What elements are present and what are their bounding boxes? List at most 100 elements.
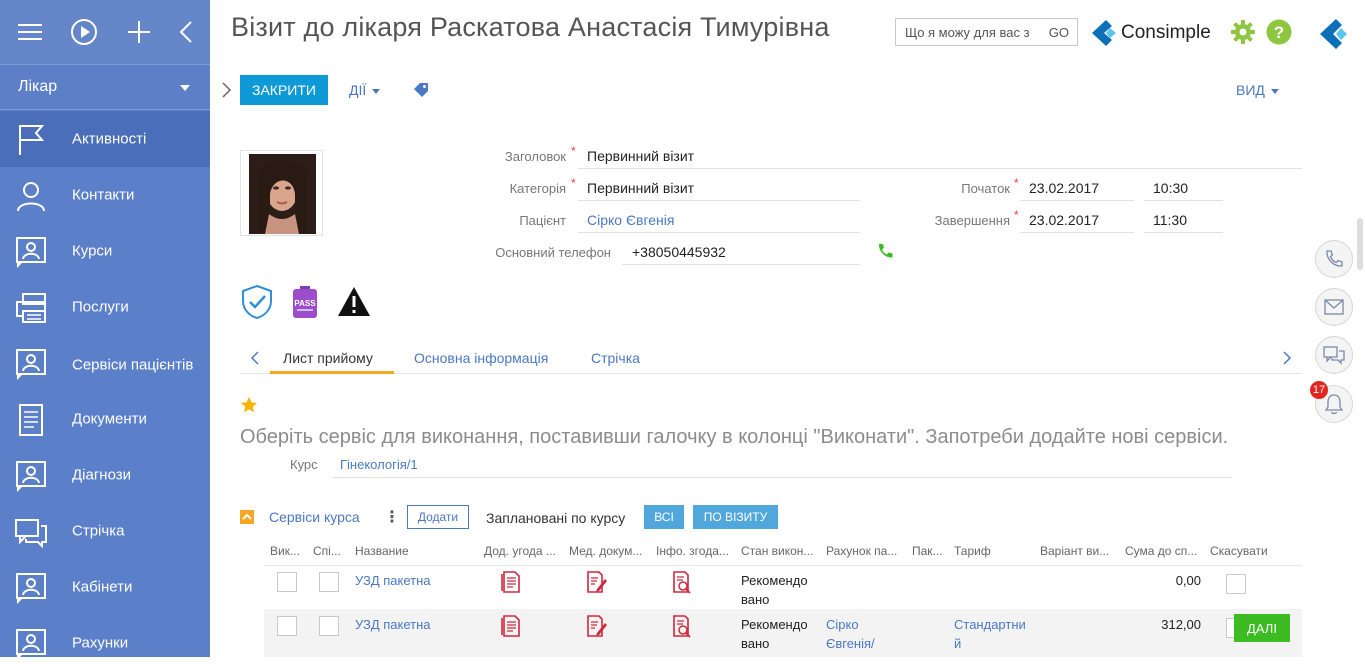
column-header[interactable]: Сума до сп...: [1125, 544, 1205, 558]
consent-document-icon[interactable]: [671, 570, 693, 594]
actions-menu[interactable]: ДІЇ: [349, 82, 381, 98]
collapse-section-icon[interactable]: [240, 510, 254, 524]
tariff-link-line-2[interactable]: й: [954, 634, 961, 653]
course-field[interactable]: Гінекологія/1: [332, 453, 1232, 478]
consimple-logo-icon: [1092, 20, 1116, 46]
column-header[interactable]: Вик...: [270, 544, 306, 558]
contact-card-icon: [16, 237, 46, 268]
cooperation-checkbox[interactable]: [319, 572, 339, 592]
gear-icon[interactable]: [1230, 19, 1256, 45]
collapse-left-icon[interactable]: [170, 16, 202, 48]
hint-text: Оберіть сервіс для виконання, поставивши…: [240, 426, 1229, 448]
column-header[interactable]: Стан викон...: [741, 544, 821, 558]
scrollbar-thumb[interactable]: [1357, 218, 1363, 270]
email-panel-button[interactable]: [1315, 288, 1353, 326]
sidebar-item-contacts[interactable]: Контакти: [0, 167, 210, 223]
svg-text:?: ?: [1274, 23, 1284, 42]
pass-badge-text: PASS: [294, 299, 316, 308]
filter-all-button[interactable]: ВСІ: [644, 505, 684, 529]
patient-field[interactable]: Сірко Євгенія: [578, 209, 860, 233]
filter-by-visit-button[interactable]: ПО ВІЗИТУ: [693, 505, 778, 529]
play-process-icon[interactable]: [68, 16, 100, 48]
chevron-right-icon[interactable]: [218, 80, 234, 100]
search-input[interactable]: [905, 23, 1045, 42]
sidebar-item-cabinets[interactable]: Кабінети: [0, 559, 210, 615]
sidebar-item-feed[interactable]: Стрічка: [0, 503, 210, 559]
document-icon: [19, 404, 43, 436]
chat-panel-button[interactable]: [1315, 336, 1353, 374]
insurance-shield-icon[interactable]: [240, 284, 274, 320]
start-time-field[interactable]: 10:30: [1144, 177, 1223, 201]
notifications-count-badge: 17: [1310, 381, 1328, 399]
tab-reception-sheet[interactable]: Лист прийому: [283, 350, 373, 366]
start-date-field[interactable]: 23.02.2017: [1020, 177, 1134, 201]
category-field[interactable]: Первинний візит: [578, 177, 860, 201]
column-header[interactable]: Мед. докум...: [569, 544, 653, 558]
add-icon[interactable]: [123, 16, 155, 48]
add-service-button[interactable]: Додати: [407, 505, 469, 529]
phone-icon: [1326, 250, 1343, 267]
tab-feed[interactable]: Стрічка: [591, 350, 640, 366]
column-header[interactable]: Спі...: [313, 544, 345, 558]
command-search[interactable]: GO: [895, 18, 1078, 46]
help-icon[interactable]: ?: [1266, 19, 1292, 45]
column-header[interactable]: Дод. угода ...: [484, 544, 564, 558]
brand-logo-icon: [1320, 19, 1347, 49]
hamburger-menu-icon[interactable]: [14, 16, 46, 48]
next-button[interactable]: ДАЛІ: [1234, 614, 1290, 642]
column-header[interactable]: Варіант ви...: [1040, 544, 1120, 558]
cooperation-checkbox[interactable]: [319, 616, 339, 636]
phone-call-icon[interactable]: [876, 242, 894, 260]
column-header[interactable]: Інфо. згода...: [656, 544, 736, 558]
invoice-link-line-2[interactable]: Євгенія/: [826, 634, 875, 653]
execute-checkbox[interactable]: [277, 572, 297, 592]
tab-main-info[interactable]: Основна інформація: [414, 350, 548, 366]
service-name-link[interactable]: УЗД пакетна: [355, 571, 431, 590]
sidebar: Лікар Активності Контакти Курси Послуги …: [0, 0, 210, 660]
medical-document-icon[interactable]: [585, 614, 607, 638]
invoice-link-line-1[interactable]: Сірко: [826, 615, 859, 634]
required-asterisk: *: [571, 176, 576, 190]
view-menu[interactable]: ВИД: [1236, 82, 1279, 98]
end-date-field[interactable]: 23.02.2017: [1020, 209, 1134, 233]
tag-icon[interactable]: [413, 82, 429, 98]
title-field[interactable]: Первинний візит: [578, 145, 1302, 169]
sidebar-item-diagnoses[interactable]: Діагнози: [0, 447, 210, 503]
search-go-button[interactable]: GO: [1049, 25, 1069, 40]
agreement-document-icon[interactable]: [500, 614, 522, 638]
cancel-checkbox[interactable]: [1226, 574, 1246, 594]
end-time-field[interactable]: 11:30: [1144, 209, 1223, 233]
column-header[interactable]: Пак...: [912, 544, 948, 558]
execute-checkbox[interactable]: [277, 616, 297, 636]
chevron-right-icon[interactable]: [1281, 350, 1293, 366]
star-icon[interactable]: [240, 396, 258, 414]
sidebar-item-services[interactable]: Послуги: [0, 279, 210, 335]
column-header[interactable]: Скасувати: [1210, 544, 1290, 558]
workplace-selector[interactable]: Лікар: [0, 64, 210, 110]
consent-document-icon[interactable]: [671, 614, 693, 638]
sidebar-item-courses[interactable]: Курси: [0, 223, 210, 279]
contact-card-icon: [16, 461, 46, 492]
sidebar-item-invoices[interactable]: Рахунки: [0, 615, 210, 671]
column-header[interactable]: Рахунок па...: [826, 544, 906, 558]
contact-card-icon: [16, 629, 46, 660]
tariff-link-line-1[interactable]: Стандартни: [954, 615, 1026, 634]
detail-title[interactable]: Сервіси курса: [269, 509, 360, 525]
sidebar-item-documents[interactable]: Документи: [0, 391, 210, 447]
sidebar-item-patient-services[interactable]: Сервіси пацієнтів: [0, 335, 210, 395]
warning-icon[interactable]: [337, 284, 371, 320]
sidebar-item-activities[interactable]: Активності: [0, 111, 210, 167]
agreement-document-icon[interactable]: [500, 570, 522, 594]
filter-label: Заплановані по курсу: [486, 510, 626, 526]
column-header[interactable]: Тариф: [954, 544, 1034, 558]
phone-field[interactable]: +38050445932: [622, 241, 860, 265]
medical-document-icon[interactable]: [585, 570, 607, 594]
service-name-link[interactable]: УЗД пакетна: [355, 615, 431, 634]
more-options-icon[interactable]: ⋮: [384, 507, 400, 527]
active-tab-indicator: [270, 371, 394, 374]
contact-photo[interactable]: [240, 150, 323, 236]
close-button[interactable]: ЗАКРИТИ: [240, 75, 328, 105]
phone-panel-button[interactable]: [1315, 240, 1353, 278]
pass-badge-icon[interactable]: PASS: [288, 284, 322, 320]
column-header[interactable]: Название: [355, 544, 475, 558]
